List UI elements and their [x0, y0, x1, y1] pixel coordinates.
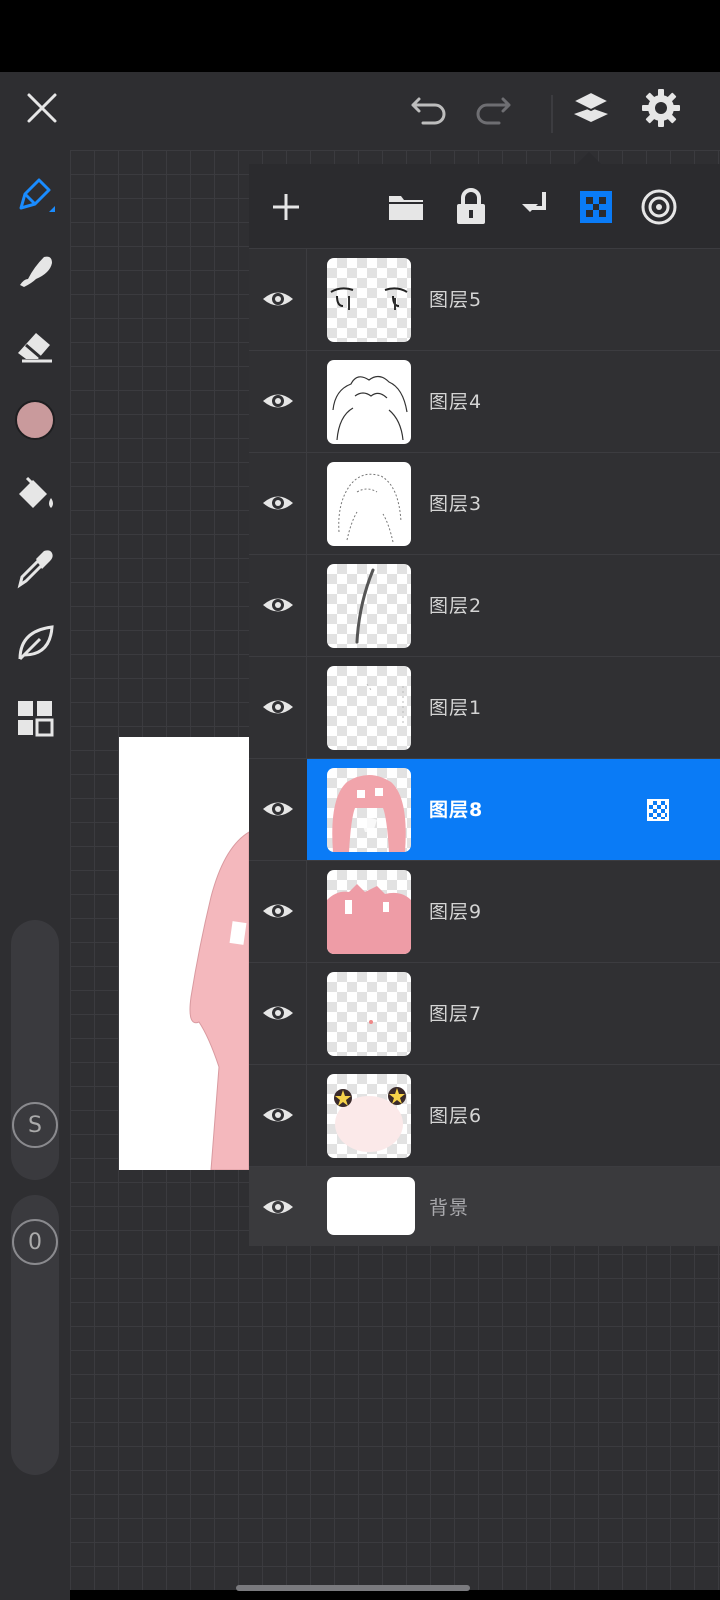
- panel-pointer: [577, 152, 601, 164]
- artwork-preview[interactable]: [119, 737, 249, 1170]
- merge-down-icon[interactable]: [514, 186, 556, 228]
- blend-mode-icon[interactable]: [638, 186, 680, 228]
- layer-thumbnail: [327, 972, 411, 1056]
- visibility-eye-icon[interactable]: [261, 690, 295, 724]
- layer-thumbnail: [327, 666, 411, 750]
- visibility-eye-icon[interactable]: [261, 384, 295, 418]
- visibility-eye-icon[interactable]: [261, 1098, 295, 1132]
- visibility-eye-icon[interactable]: [261, 1190, 295, 1224]
- size-label: S: [12, 1102, 58, 1148]
- layer-name: 图层4: [429, 391, 483, 413]
- pen-icon[interactable]: [9, 168, 61, 220]
- layer-row[interactable]: 图层2: [249, 554, 720, 657]
- layer-row[interactable]: 图层6: [249, 1064, 720, 1167]
- toolbar-divider: [551, 95, 553, 133]
- opacity-label: 0: [12, 1219, 58, 1265]
- layer-name: 图层6: [429, 1105, 483, 1127]
- home-indicator[interactable]: [236, 1585, 470, 1591]
- background-layer-row[interactable]: 背景: [249, 1166, 720, 1246]
- background-layer-name: 背景: [429, 1197, 470, 1219]
- undo-icon[interactable]: [406, 88, 452, 128]
- layer-thumbnail: [327, 1177, 415, 1235]
- folder-icon[interactable]: [385, 186, 427, 228]
- layer-name: 图层9: [429, 901, 483, 923]
- add-layer-icon[interactable]: [265, 186, 307, 228]
- layer-name: 图层5: [429, 289, 483, 311]
- layer-name: 图层7: [429, 1003, 483, 1025]
- redo-icon[interactable]: [470, 88, 516, 128]
- layer-thumbnail: [327, 1074, 411, 1158]
- alpha-lock-icon[interactable]: [575, 186, 617, 228]
- lock-icon[interactable]: [450, 186, 492, 228]
- layers-icon[interactable]: [568, 84, 614, 130]
- eyedropper-icon[interactable]: [9, 542, 61, 594]
- layer-row[interactable]: 图层1: [249, 656, 720, 759]
- fill-bucket-icon[interactable]: [9, 468, 61, 520]
- layer-thumbnail: [327, 870, 411, 954]
- layer-name: 图层2: [429, 595, 483, 617]
- layer-thumbnail: [327, 768, 411, 852]
- layer-thumbnail: [327, 360, 411, 444]
- layer-row[interactable]: 图层4: [249, 350, 720, 453]
- layer-row[interactable]: 图层9: [249, 860, 720, 963]
- color-swatch[interactable]: [9, 394, 61, 446]
- layer-name: 图层3: [429, 493, 483, 515]
- layer-row[interactable]: 图层5: [249, 248, 720, 351]
- visibility-eye-icon[interactable]: [261, 588, 295, 622]
- layer-name: 图层1: [429, 697, 483, 719]
- gear-icon[interactable]: [638, 85, 684, 131]
- leaf-icon[interactable]: [9, 616, 61, 668]
- status-bar: [0, 0, 720, 72]
- smudge-icon[interactable]: [9, 244, 61, 296]
- visibility-eye-icon[interactable]: [261, 486, 295, 520]
- close-icon[interactable]: [22, 88, 62, 128]
- visibility-eye-icon[interactable]: [261, 792, 295, 826]
- visibility-eye-icon[interactable]: [261, 282, 295, 316]
- visibility-eye-icon[interactable]: [261, 996, 295, 1030]
- layer-thumbnail: [327, 462, 411, 546]
- layer-thumbnail: [327, 564, 411, 648]
- layers-panel: 图层5 图层4 图层3 图层2 图层1 图层8 图层9 图层7 图层6 背景: [249, 164, 720, 1246]
- visibility-eye-icon[interactable]: [261, 894, 295, 928]
- layer-row[interactable]: 图层3: [249, 452, 720, 555]
- alpha-lock-indicator-icon[interactable]: [647, 799, 669, 821]
- eraser-icon[interactable]: [9, 320, 61, 372]
- layer-thumbnail: [327, 258, 411, 342]
- layer-name: 图层8: [429, 799, 484, 821]
- layer-row[interactable]: 图层7: [249, 962, 720, 1065]
- layers-toolbar: [249, 164, 720, 248]
- grid-icon[interactable]: [9, 692, 61, 744]
- layer-row-selected[interactable]: 图层8: [249, 758, 720, 861]
